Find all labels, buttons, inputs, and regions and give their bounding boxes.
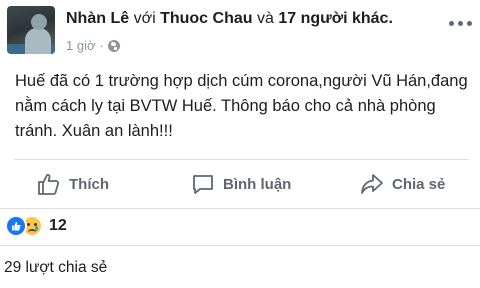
action-bar: Thích Bình luận Chia sẻ <box>0 160 480 208</box>
reactions-summary[interactable]: 12 <box>5 215 67 237</box>
post-header: Nhàn Lê với Thuoc Chau và 17 người khác.… <box>0 0 480 62</box>
like-button[interactable]: Thích <box>37 160 109 208</box>
tagged-person[interactable]: Thuoc Chau <box>160 10 252 27</box>
author-name[interactable]: Nhàn Lê <box>66 10 129 27</box>
like-reaction-icon <box>5 215 27 237</box>
post-meta: 1 giờ · <box>66 38 120 53</box>
post-body: Huế đã có 1 trường hợp dịch cúm corona,n… <box>15 69 470 144</box>
avatar-figure-body <box>25 28 51 54</box>
reaction-count: 12 <box>49 217 67 234</box>
sad-eye <box>27 223 30 226</box>
divider <box>0 208 480 209</box>
share-button[interactable]: Chia sẻ <box>360 160 445 208</box>
comment-button[interactable]: Bình luận <box>191 160 291 208</box>
globe-icon[interactable] <box>107 39 120 52</box>
dot <box>467 20 472 26</box>
comment-label: Bình luận <box>223 175 292 193</box>
with-word: với <box>133 10 156 27</box>
avatar[interactable] <box>7 6 55 54</box>
thumbs-up-icon <box>38 173 60 195</box>
avatar-figure-head <box>31 14 47 30</box>
post-text-line: tránh. Xuân an lành!!! <box>15 122 173 140</box>
divider <box>0 245 480 246</box>
and-word: và <box>256 10 274 27</box>
meta-separator: · <box>99 38 104 53</box>
comment-bubble-icon <box>193 175 213 194</box>
dot <box>458 20 463 26</box>
share-label: Chia sẻ <box>392 175 446 193</box>
dot <box>449 20 454 26</box>
like-label: Thích <box>69 175 109 193</box>
share-count-link[interactable]: 29 lượt chia sẻ <box>4 259 107 277</box>
author-line: Nhàn Lê với Thuoc Chau và 17 người khác. <box>66 10 393 28</box>
sad-mouth <box>28 229 36 235</box>
share-arrow-icon <box>361 174 383 194</box>
post-text-line: Huế đã có 1 trường hợp dịch cúm corona,n… <box>15 72 468 90</box>
tagged-others-link[interactable]: 17 người khác. <box>278 10 393 27</box>
post-time[interactable]: 1 giờ <box>66 38 96 53</box>
post-text-line: nằm cách ly tại BVTW Huế. Thông báo cho … <box>15 97 436 115</box>
more-options-icon[interactable] <box>449 20 473 26</box>
